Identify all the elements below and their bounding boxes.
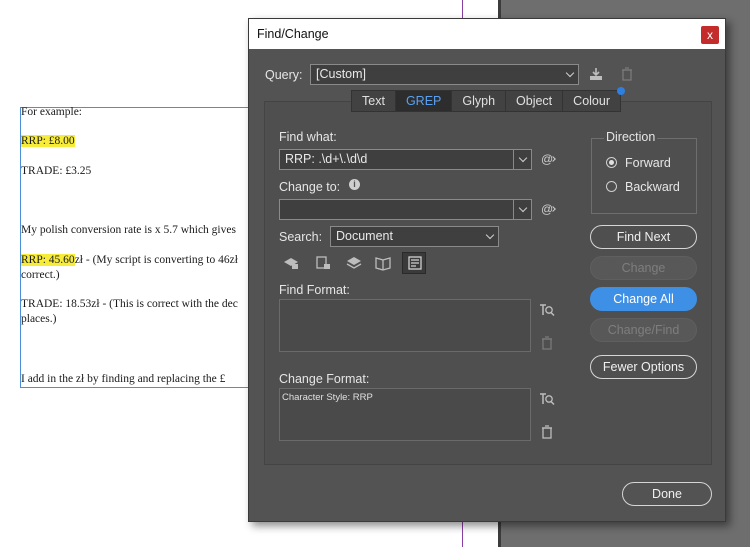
include-locked-layers-icon[interactable] (283, 255, 299, 271)
doc-text-rest: zł - (My script is converting to 46zł (74, 254, 238, 266)
save-query-icon[interactable] (588, 66, 604, 82)
tab-bar: Text GREP Glyph Object Colour (351, 87, 625, 112)
tab-glyph[interactable]: Glyph (452, 91, 507, 111)
specify-find-format-icon[interactable] (539, 302, 555, 318)
find-next-button[interactable]: Find Next (590, 225, 697, 249)
chevron-down-icon (518, 203, 528, 213)
tab-text[interactable]: Text (352, 91, 396, 111)
backward-label[interactable]: Backward (625, 180, 680, 194)
change-button[interactable]: Change (590, 256, 697, 280)
forward-radio[interactable] (606, 157, 617, 168)
change-format-value: Character Style: RRP (282, 392, 373, 403)
query-value: [Custom] (316, 67, 367, 81)
forward-label[interactable]: Forward (625, 156, 671, 170)
delete-query-icon[interactable] (619, 66, 635, 82)
change-to-field[interactable] (279, 199, 532, 220)
doc-text-line: places.) (21, 313, 57, 325)
find-change-dialog: Find/Change x Query: [Custom] Text GREP … (248, 18, 726, 522)
doc-text-line: For example: (21, 106, 82, 118)
search-scope-value: Document (336, 229, 393, 243)
find-format-box[interactable] (279, 299, 531, 352)
change-all-button[interactable]: Change All (590, 287, 697, 311)
doc-text-line: My polish conversion rate is x 5.7 which… (21, 224, 236, 236)
clear-change-format-icon[interactable] (539, 424, 555, 440)
doc-text-highlight: RRP: 45.60 (21, 254, 75, 266)
backward-radio[interactable] (606, 181, 617, 192)
footnotes-icon (408, 256, 422, 270)
search-label: Search: (279, 230, 323, 244)
find-what-label: Find what: (279, 130, 337, 144)
tab-grep[interactable]: GREP (395, 91, 453, 111)
find-what-value: RRP: .\d+\.\d\d (285, 152, 368, 166)
direction-group (591, 138, 697, 214)
change-to-history-button[interactable] (513, 200, 531, 219)
doc-text-line: I add in the zł by finding and replacing… (21, 373, 226, 385)
change-format-box[interactable]: Character Style: RRP (279, 388, 531, 441)
tab-object[interactable]: Object (506, 91, 564, 111)
doc-text-line-highlighted: RRP: £8.00 (21, 135, 75, 147)
clear-find-format-icon[interactable] (539, 335, 555, 351)
change-format-label: Change Format: (279, 372, 370, 386)
tab-colour[interactable]: Colour (563, 87, 625, 111)
include-locked-stories-icon[interactable] (315, 255, 331, 271)
tab-colour-label: Colour (573, 94, 610, 108)
doc-text-line: TRADE: 18.53zł - (This is correct with t… (21, 298, 238, 310)
chevron-down-icon (518, 153, 528, 163)
fewer-options-button[interactable]: Fewer Options (590, 355, 697, 379)
find-what-history-button[interactable] (513, 150, 531, 169)
indicator-dot-icon (617, 87, 625, 95)
find-format-label: Find Format: (279, 283, 350, 297)
include-hidden-layers-icon[interactable] (346, 255, 362, 271)
query-select[interactable]: [Custom] (310, 64, 579, 85)
change-to-label: Change to: (279, 180, 341, 194)
chevron-down-icon (485, 230, 495, 240)
doc-text-line: TRADE: £3.25 (21, 165, 92, 177)
include-footnotes-toggle[interactable] (402, 252, 426, 274)
done-button[interactable]: Done (622, 482, 712, 506)
change-find-button[interactable]: Change/Find (590, 318, 697, 342)
query-label: Query: (265, 68, 303, 82)
doc-text-line: RRP: 45.60zł - (My script is converting … (21, 254, 238, 266)
info-icon[interactable]: i (349, 179, 360, 190)
close-button[interactable]: x (701, 26, 719, 44)
specify-change-format-icon[interactable] (539, 391, 555, 407)
text-frame[interactable] (20, 107, 252, 388)
search-scope-select[interactable]: Document (330, 226, 499, 247)
dialog-titlebar[interactable]: Find/Change x (249, 19, 725, 49)
include-master-pages-icon[interactable] (375, 255, 391, 271)
chevron-down-icon (565, 68, 575, 78)
doc-text-line: correct.) (21, 269, 60, 281)
dialog-title: Find/Change (257, 27, 329, 41)
find-what-field[interactable]: RRP: .\d+\.\d\d (279, 149, 532, 170)
direction-label: Direction (604, 130, 658, 144)
